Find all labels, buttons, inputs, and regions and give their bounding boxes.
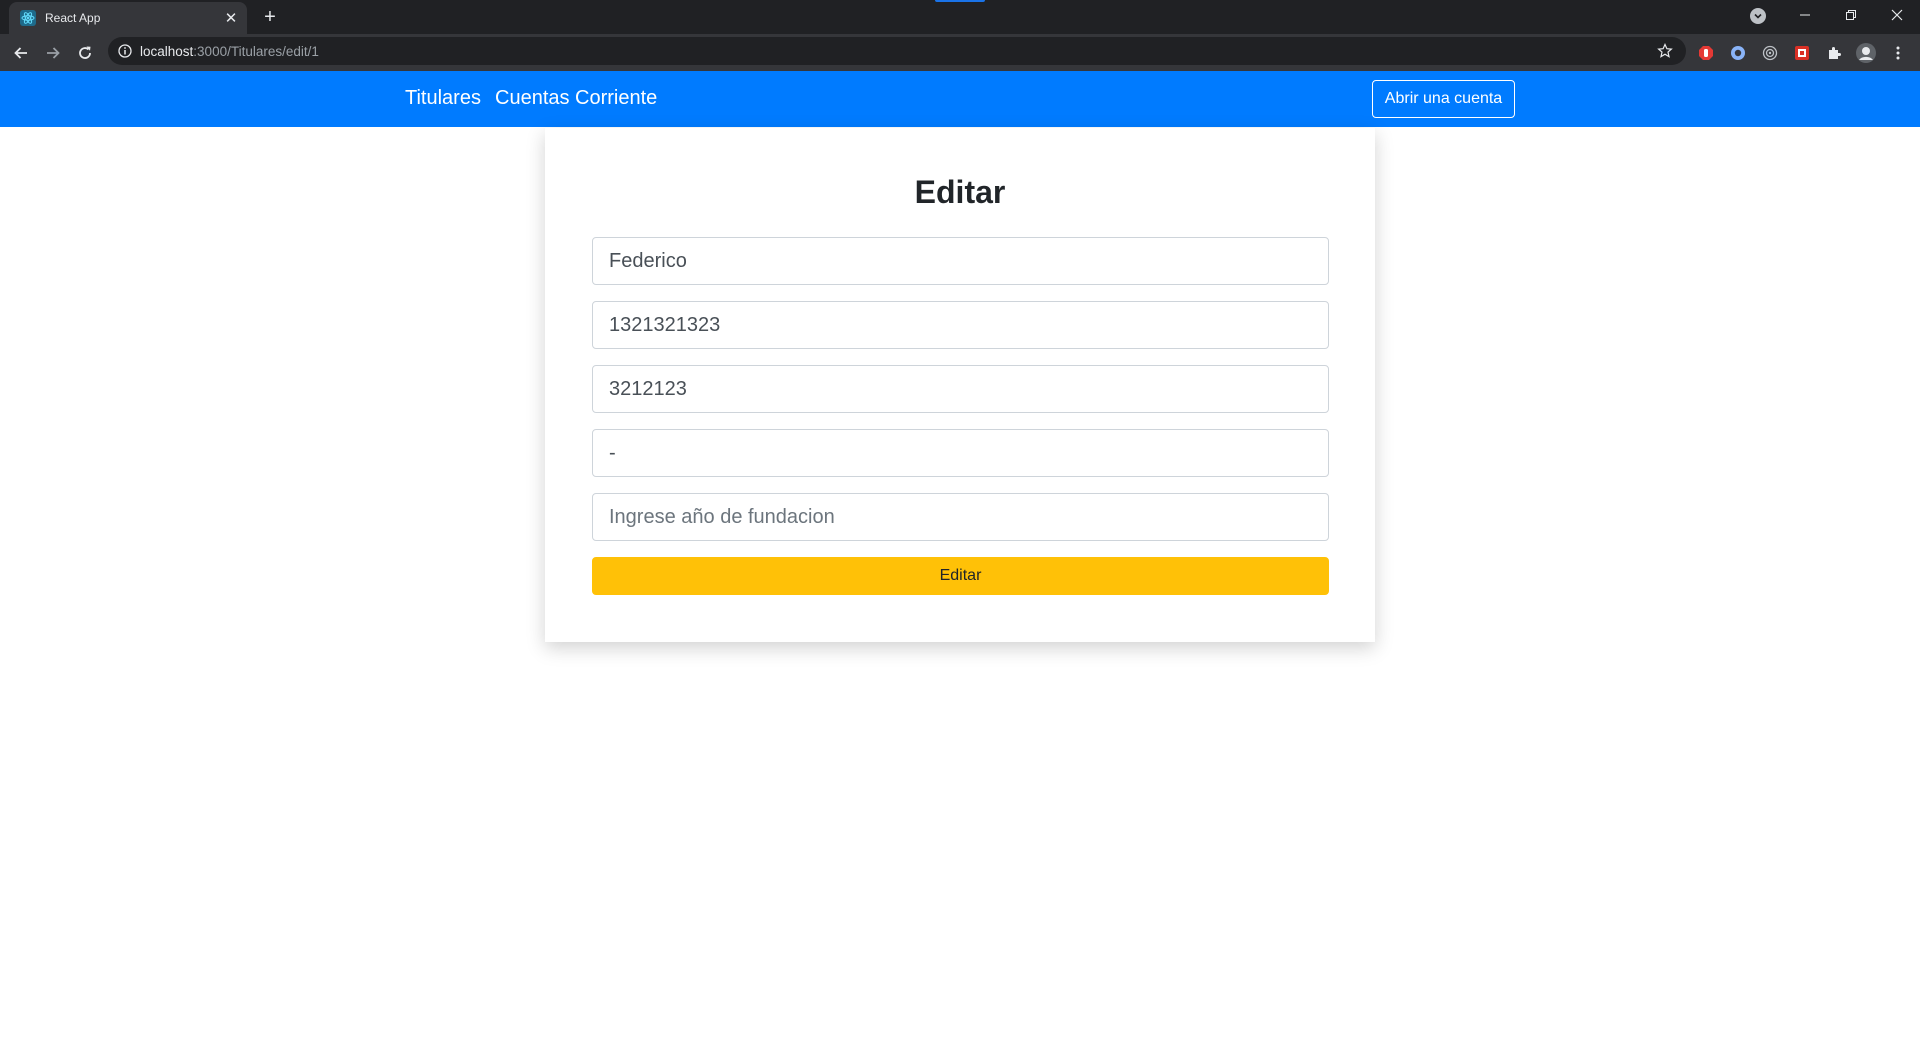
cuit-field[interactable]: [592, 301, 1329, 349]
browser-tab[interactable]: React App ✕: [9, 2, 247, 34]
nav-link-titulares[interactable]: Titulares: [405, 87, 481, 110]
adblock-icon[interactable]: [1697, 44, 1715, 62]
close-window-button[interactable]: [1874, 0, 1920, 30]
red-extension-icon[interactable]: [1793, 44, 1811, 62]
new-tab-button[interactable]: +: [258, 6, 282, 30]
tab-close-icon[interactable]: ✕: [221, 8, 241, 28]
nav-link-cuentas-corriente[interactable]: Cuentas Corriente: [495, 87, 657, 110]
name-field[interactable]: [592, 237, 1329, 285]
tab-title: React App: [45, 11, 101, 25]
app-navbar: Titulares Cuentas Corriente Abrir una cu…: [0, 71, 1920, 127]
arrow-left-icon[interactable]: [8, 40, 34, 66]
tab-groups-indicator: [935, 0, 985, 2]
minimize-button[interactable]: [1782, 0, 1828, 30]
phone-field[interactable]: [592, 365, 1329, 413]
kebab-menu-icon[interactable]: [1889, 44, 1907, 62]
edit-submit-button[interactable]: Editar: [592, 557, 1329, 595]
info-icon[interactable]: [118, 44, 132, 58]
url-path: :3000/Titulares/edit/1: [193, 43, 319, 59]
company-field[interactable]: [592, 429, 1329, 477]
page-title: Editar: [914, 174, 1006, 210]
url-host: localhost: [140, 43, 194, 59]
browser-toolbar: localhost:3000/Titulares/edit/1: [0, 34, 1920, 71]
url-text: localhost:3000/Titulares/edit/1: [140, 44, 319, 59]
star-icon[interactable]: [1656, 42, 1674, 60]
profile-icon[interactable]: [1855, 42, 1877, 64]
puzzle-icon[interactable]: [1825, 44, 1843, 62]
edit-form-card: Editar Editar: [545, 128, 1375, 642]
browser-tabstrip: React App ✕ +: [0, 0, 1920, 34]
reload-icon[interactable]: [72, 40, 98, 66]
tab-search-icon[interactable]: [1750, 8, 1766, 24]
target-icon[interactable]: [1761, 44, 1779, 62]
restore-button[interactable]: [1828, 0, 1874, 30]
arrow-right-icon[interactable]: [40, 40, 66, 66]
open-account-button[interactable]: Abrir una cuenta: [1372, 80, 1515, 118]
react-icon: [20, 10, 36, 26]
extension-circle-icon[interactable]: [1729, 44, 1747, 62]
foundation-year-field[interactable]: [592, 493, 1329, 541]
address-bar[interactable]: localhost:3000/Titulares/edit/1: [108, 37, 1686, 65]
